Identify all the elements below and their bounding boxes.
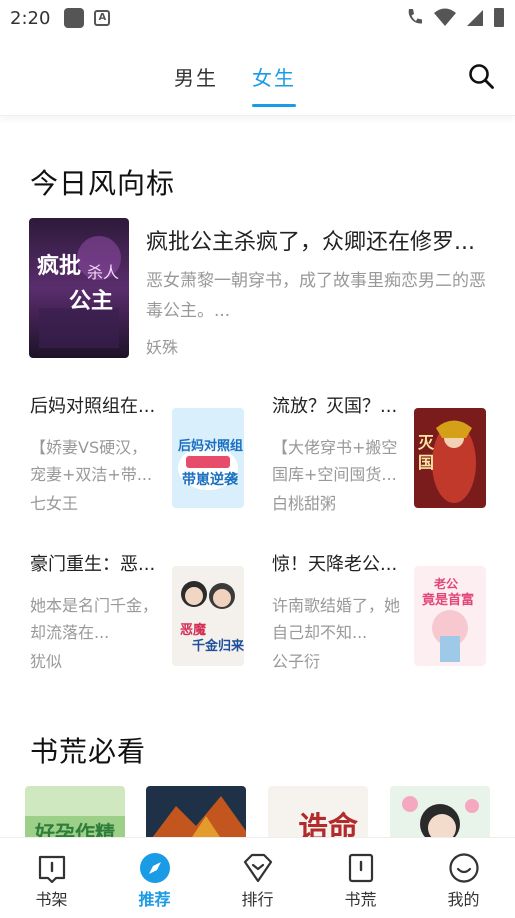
nav-label: 书架 xyxy=(35,890,68,909)
wifi-icon xyxy=(434,8,456,26)
svg-text:恶魔: 恶魔 xyxy=(180,622,206,638)
call-icon xyxy=(408,9,422,24)
search-icon[interactable] xyxy=(467,62,495,90)
nav-bookshelf[interactable]: 书架 xyxy=(0,838,103,918)
book-card[interactable]: 惊！天降老公... 许南歌结婚了，她自己却不知... 公子衍 老公 竟是首富 xyxy=(272,550,487,671)
svg-text:疯批: 疯批 xyxy=(37,253,81,279)
signal-icon xyxy=(467,10,483,26)
book-title[interactable]: 流放？灭国？... xyxy=(272,392,400,418)
nav-recommend[interactable]: 推荐 xyxy=(103,838,206,918)
book-desc: 许南歌结婚了，她自己却不知... xyxy=(272,596,401,642)
status-time: 2:20 xyxy=(10,7,51,29)
book-desc: 【大佬穿书+搬空国库+空间囤货... xyxy=(272,438,398,484)
svg-text:带崽逆袭: 带崽逆袭 xyxy=(182,471,239,488)
book-author: 白桃甜粥 xyxy=(272,494,337,513)
book-card[interactable]: 后妈对照组在... 【娇妻VS硬汉，宠妻+双洁+带... 七女王 后妈对照组 带… xyxy=(30,392,245,513)
featured-book-title[interactable]: 疯批公主杀疯了，众卿还在修罗... xyxy=(146,224,491,256)
svg-text:老公: 老公 xyxy=(434,576,458,591)
book-shortage-icon xyxy=(348,853,374,883)
book-card[interactable]: 流放？灭国？... 【大佬穿书+搬空国库+空间囤货... 白桃甜粥 灭 国 xyxy=(272,392,487,513)
book-desc: 她本是名门千金，却流落在... xyxy=(30,596,159,642)
tab-female[interactable]: 女生 xyxy=(252,62,296,91)
nav-label: 书荒 xyxy=(344,890,377,909)
svg-text:公主: 公主 xyxy=(69,288,113,314)
section-title-must-read: 书荒必看 xyxy=(30,735,147,768)
profile-icon xyxy=(449,853,479,883)
status-bar: 2:20 A xyxy=(0,0,515,36)
book-cover[interactable]: 老公 竟是首富 xyxy=(414,566,486,666)
book-author: 犹似 xyxy=(30,652,63,671)
notification-icon xyxy=(64,8,85,28)
book-title[interactable]: 豪门重生：恶... xyxy=(30,550,158,576)
svg-text:竟是首富: 竟是首富 xyxy=(421,592,474,608)
accessibility-icon: A xyxy=(94,10,111,26)
svg-text:后妈对照组: 后妈对照组 xyxy=(178,438,243,454)
svg-text:国: 国 xyxy=(418,453,434,472)
bookshelf-icon xyxy=(38,855,66,884)
book-author: 公子衍 xyxy=(272,652,321,671)
svg-text:千金归来: 千金归来 xyxy=(192,638,244,654)
book-cover[interactable]: 后妈对照组 带崽逆袭 xyxy=(172,408,244,508)
book-card[interactable]: 豪门重生：恶... 她本是名门千金，却流落在... 犹似 恶魔 千金归来 xyxy=(30,550,245,671)
nav-profile[interactable]: 我的 xyxy=(412,838,515,918)
book-title[interactable]: 惊！天降老公... xyxy=(272,550,400,576)
battery-icon xyxy=(494,8,504,27)
compass-icon xyxy=(140,853,170,883)
featured-book-author: 妖殊 xyxy=(146,338,179,357)
featured-book-desc: 恶女萧黎一朝穿书，成了故事里痴恋男二的恶毒公主。... xyxy=(146,271,486,321)
svg-text:杀人: 杀人 xyxy=(87,263,119,282)
nav-ranking[interactable]: 排行 xyxy=(206,838,309,918)
nav-label: 我的 xyxy=(447,890,480,909)
book-desc: 【娇妻VS硬汉，宠妻+双洁+带... xyxy=(30,438,153,484)
bottom-nav: 书架 推荐 排行 书荒 我的 xyxy=(0,837,515,917)
book-author: 七女王 xyxy=(30,494,79,513)
nav-book-shortage[interactable]: 书荒 xyxy=(309,838,412,918)
book-cover[interactable]: 灭 国 xyxy=(414,408,486,508)
book-title[interactable]: 后妈对照组在... xyxy=(30,392,158,418)
nav-label: 排行 xyxy=(241,890,274,909)
top-header: 男生 女生 xyxy=(0,36,515,116)
status-icons xyxy=(405,6,505,28)
tab-active-indicator xyxy=(252,104,296,107)
section-title-trending: 今日风向标 xyxy=(30,167,176,200)
tab-male[interactable]: 男生 xyxy=(174,62,218,91)
book-cover[interactable]: 恶魔 千金归来 xyxy=(172,566,244,666)
nav-label: 推荐 xyxy=(138,890,171,909)
svg-text:灭: 灭 xyxy=(417,433,435,452)
ranking-icon xyxy=(243,853,273,883)
book-cover-featured[interactable]: 疯批 公主 杀人 xyxy=(29,218,129,358)
